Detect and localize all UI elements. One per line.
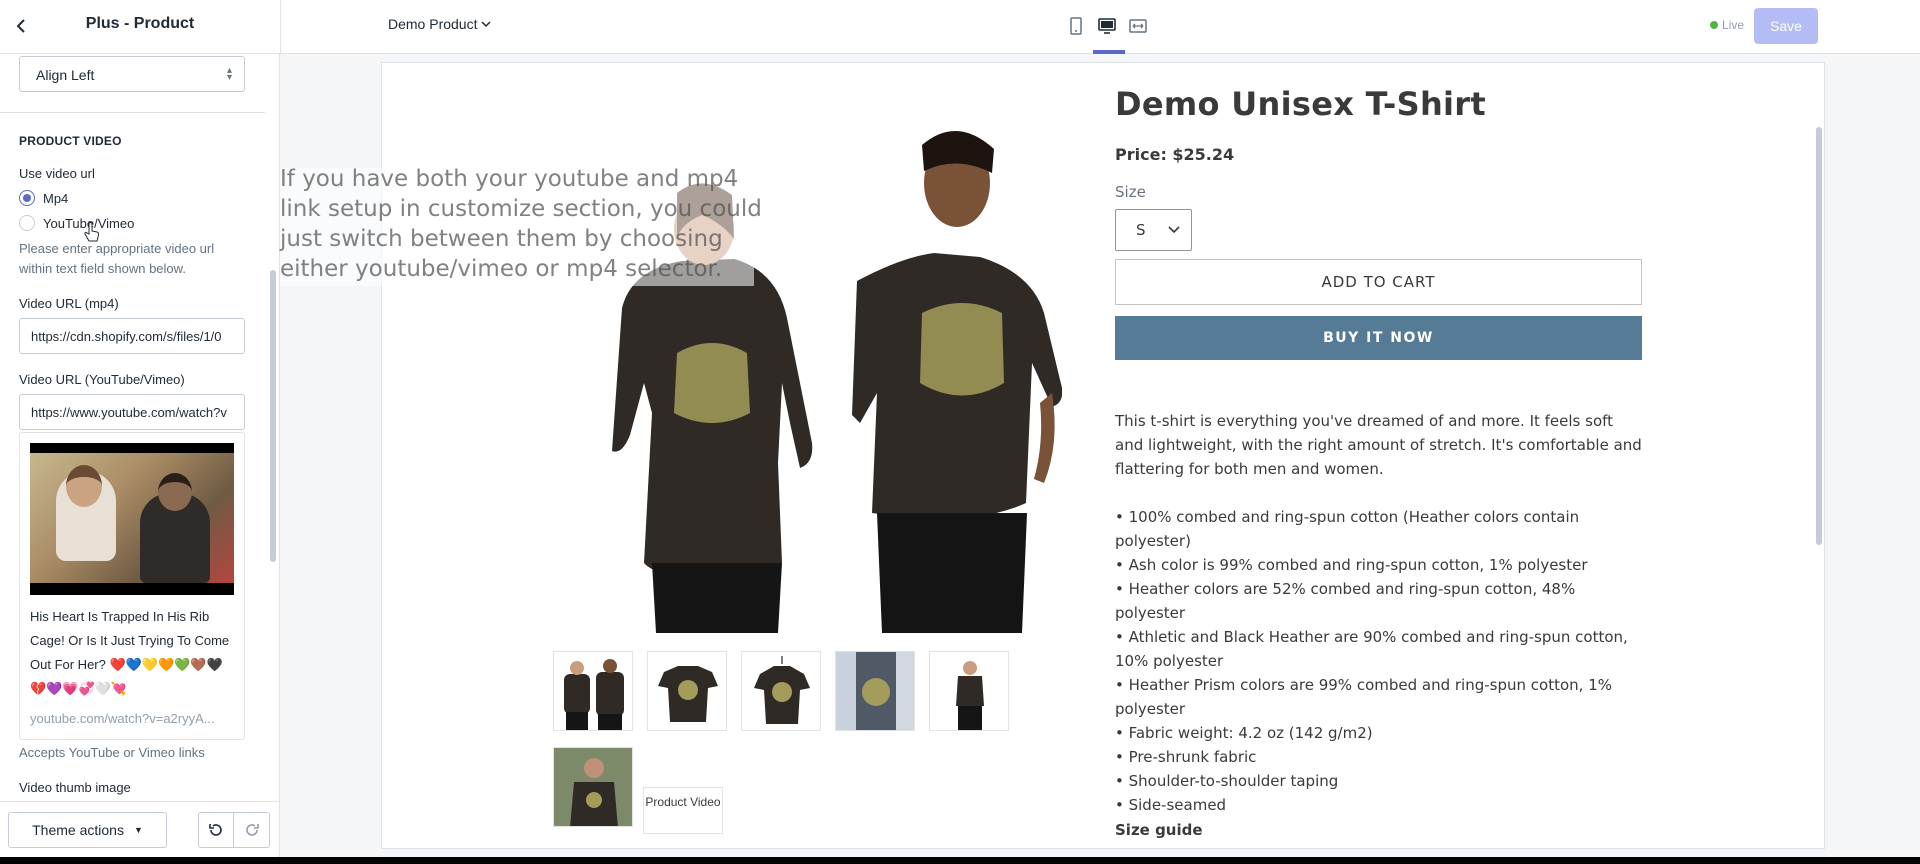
size-select[interactable]: S [1115,209,1192,251]
theme-actions-button[interactable]: Theme actions ▼ [8,812,167,848]
thumbnail-image [836,652,914,730]
live-status: Live [1710,18,1744,32]
save-button[interactable]: Save [1754,8,1818,44]
undo-button[interactable] [199,813,235,847]
thumbnail-image [754,656,810,724]
product-thumbnail[interactable] [835,651,915,731]
hand-cursor-icon [84,222,100,242]
back-button[interactable] [8,12,36,40]
product-thumbnail[interactable] [647,651,727,731]
radio-checked-icon [19,190,35,206]
product-description: This t-shirt is everything you've dreame… [1115,409,1645,817]
mobile-view-button[interactable] [1066,14,1086,38]
chevron-down-icon [481,21,492,28]
device-switcher [1066,14,1148,38]
fullwidth-view-button[interactable] [1128,14,1148,38]
product-video-button[interactable]: Product Video [643,787,723,834]
thumbnail-image [554,748,632,826]
alignment-select[interactable]: Align Left ▴ ▾ [19,56,245,92]
add-to-cart-button[interactable]: ADD TO CART [1115,259,1642,305]
feature-item: • Athletic and Black Heather are 90% com… [1115,628,1628,670]
feature-item: • Fabric weight: 4.2 oz (142 g/m2) [1115,724,1373,742]
video-thumb-label: Video thumb image [19,780,131,795]
person-head [158,473,192,511]
use-video-url-label: Use video url [19,166,95,181]
feature-item: • Pre-shrunk fabric [1115,748,1257,766]
page-selector[interactable]: Demo Product [388,16,492,32]
product-main-image[interactable] [582,63,1062,633]
active-device-indicator [1093,50,1125,54]
feature-item: • 100% combed and ring-spun cotton (Heat… [1115,508,1580,550]
divider [280,0,281,54]
video-title: His Heart Is Trapped In His Rib Cage! Or… [30,609,230,696]
product-thumbnail[interactable] [553,651,633,731]
tutorial-tooltip: If you have both your youtube and mp4 li… [280,166,762,282]
radio-label: Mp4 [43,190,69,206]
feature-item: • Ash color is 99% combed and ring-spun … [1115,556,1588,574]
description-intro: This t-shirt is everything you've dreame… [1115,412,1642,478]
sidebar-footer: Theme actions ▼ [0,801,279,857]
desktop-icon [1098,18,1116,34]
top-bar: Plus - Product Demo Product Live Save [0,0,1920,54]
video-thumbnail [30,443,234,595]
desktop-view-button[interactable] [1097,14,1117,38]
video-scene-image [30,453,234,583]
sidebar: Align Left ▴ ▾ PRODUCT VIDEO Use video ur… [0,54,280,857]
size-guide-link[interactable]: Size guide [1115,821,1203,839]
product-thumbnail[interactable] [929,651,1009,731]
live-label: Live [1722,18,1745,32]
video-url-text: youtube.com/watch?v=a2ryyA... [30,711,215,726]
feature-item: • Side-seamed [1115,796,1227,814]
chevron-left-icon [16,19,25,33]
alignment-select-value: Align Left [36,67,95,83]
redo-icon [245,824,259,836]
thumbnail-image [658,666,718,722]
radio-mp4[interactable]: Mp4 [19,190,68,206]
caret-down-icon: ▼ [133,825,143,835]
history-controls [198,812,270,848]
section-heading: PRODUCT VIDEO [19,134,122,148]
youtube-url-input[interactable]: https://www.youtube.com/watch?v [19,394,245,430]
page-selector-label: Demo Product [388,16,478,32]
product-title: Demo Unisex T-Shirt [1115,85,1486,123]
feature-item: • Shoulder-to-shoulder taping [1115,772,1339,790]
preview-scrollbar[interactable] [1816,127,1822,545]
feature-item: • Heather Prism colors are 99% combed an… [1115,676,1612,718]
radio-unchecked-icon [19,215,35,231]
divider [0,112,265,113]
person-head [66,465,102,507]
radio-youtube-vimeo[interactable]: YouTube/Vimeo [19,215,134,231]
live-dot-icon [1710,21,1718,29]
feature-item: • Heather colors are 52% combed and ring… [1115,580,1576,622]
undo-icon [209,824,222,836]
mp4-url-input[interactable]: https://cdn.shopify.com/s/files/1/0 [19,318,245,354]
redo-button[interactable] [234,813,269,847]
size-select-value: S [1136,221,1146,239]
size-label: Size [1115,183,1146,201]
thumbnail-image [956,661,984,730]
select-arrows-icon: ▴ ▾ [226,65,232,83]
youtube-url-label: Video URL (YouTube/Vimeo) [19,372,185,387]
product-thumbnail[interactable] [741,651,821,731]
sidebar-scrollbar[interactable] [270,270,276,562]
accepts-links-help: Accepts YouTube or Vimeo links [19,745,205,760]
feature-list: • 100% combed and ring-spun cotton (Heat… [1115,505,1645,817]
product-thumbnail[interactable] [553,747,633,827]
buy-it-now-button[interactable]: BUY IT NOW [1115,316,1642,360]
theme-actions-label: Theme actions [32,822,124,838]
chevron-down-icon [1168,226,1180,234]
help-text: Please enter appropriate video url withi… [19,241,215,276]
mobile-icon [1070,17,1082,35]
product-price: Price: $25.24 [1115,145,1235,164]
page-title: Plus - Product [85,15,195,32]
theme-editor: Plus - Product Demo Product Live Save Al [0,0,1920,857]
video-preview-card: His Heart Is Trapped In His Rib Cage! Or… [19,432,245,740]
expand-icon [1129,19,1147,33]
thumbnail-image [564,659,624,730]
mp4-url-label: Video URL (mp4) [19,296,119,311]
